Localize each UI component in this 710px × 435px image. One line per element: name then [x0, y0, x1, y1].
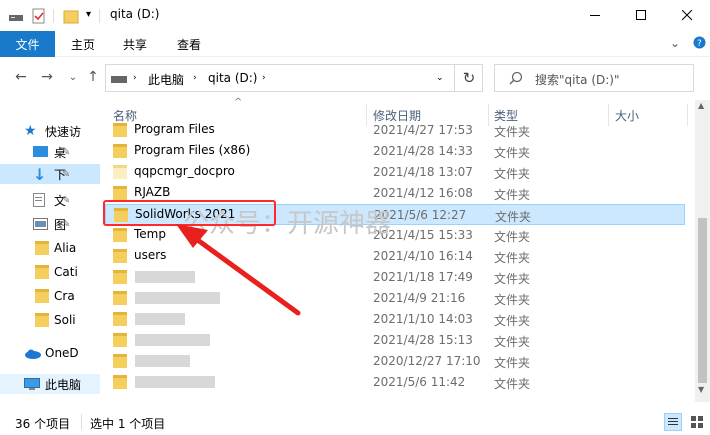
annotation-arrow-icon	[176, 224, 301, 316]
